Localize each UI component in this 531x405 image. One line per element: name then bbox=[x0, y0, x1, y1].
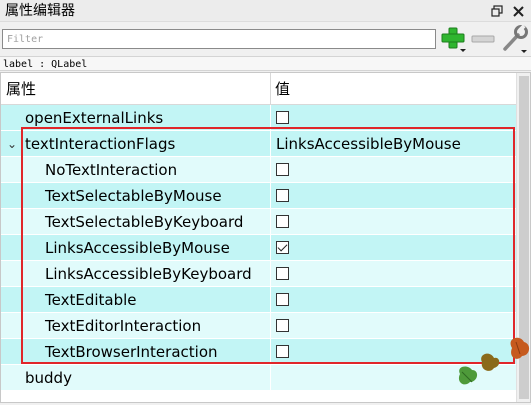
property-name-cell[interactable]: TextEditable bbox=[1, 287, 270, 313]
header-divider bbox=[270, 73, 271, 105]
property-tree[interactable]: 属性 值 openExternalLinks ⌄ textInteractionFl… bbox=[0, 72, 531, 403]
title-bar: 属性编辑器 bbox=[0, 0, 531, 22]
property-name-cell[interactable]: TextBrowserInteraction bbox=[1, 339, 270, 365]
value-checkbox[interactable] bbox=[276, 293, 289, 306]
property-value-cell[interactable] bbox=[271, 183, 516, 209]
property-value-cell[interactable] bbox=[271, 287, 516, 313]
property-row-NoTextInteraction[interactable]: NoTextInteraction bbox=[1, 157, 516, 183]
remove-property-button[interactable] bbox=[470, 25, 496, 53]
scrollbar-thumb[interactable] bbox=[519, 76, 529, 399]
filter-input[interactable] bbox=[2, 29, 436, 49]
value-checkbox[interactable] bbox=[276, 189, 289, 202]
property-row-TextBrowserInteraction[interactable]: TextBrowserInteraction bbox=[1, 339, 516, 365]
property-value-cell[interactable] bbox=[271, 235, 516, 261]
property-row-buddy[interactable]: buddy bbox=[1, 365, 516, 391]
property-name-cell[interactable]: TextSelectableByKeyboard bbox=[1, 209, 270, 235]
property-name: TextSelectableByKeyboard bbox=[45, 213, 244, 231]
property-value-cell[interactable] bbox=[271, 261, 516, 287]
column-header-value[interactable]: 值 bbox=[275, 73, 290, 105]
add-property-button[interactable] bbox=[439, 25, 467, 53]
property-value-cell[interactable] bbox=[271, 157, 516, 183]
value-checkbox[interactable] bbox=[276, 267, 289, 280]
object-class-label: label : QLabel bbox=[0, 56, 531, 71]
property-value-cell[interactable]: LinksAccessibleByMouse bbox=[271, 131, 516, 157]
property-name-cell[interactable]: openExternalLinks bbox=[1, 105, 270, 131]
property-name: TextEditorInteraction bbox=[45, 317, 202, 335]
property-value-cell[interactable] bbox=[271, 339, 516, 365]
property-editor-window: 属性编辑器 Filter label: QLabel 属性 值 openExt… bbox=[0, 0, 531, 405]
property-value-cell[interactable] bbox=[271, 209, 516, 235]
property-name-cell[interactable]: TextEditorInteraction bbox=[1, 313, 270, 339]
property-row-LinksAccessibleByMouse[interactable]: LinksAccessibleByMouse bbox=[1, 235, 516, 261]
property-row-TextEditorInteraction[interactable]: TextEditorInteraction bbox=[1, 313, 516, 339]
tree-header: 属性 值 bbox=[1, 73, 516, 105]
property-name: LinksAccessibleByMouse bbox=[45, 239, 230, 257]
property-row-LinksAccessibleByKeyboard[interactable]: LinksAccessibleByKeyboard bbox=[1, 261, 516, 287]
property-name: TextSelectableByMouse bbox=[45, 187, 222, 205]
column-header-property[interactable]: 属性 bbox=[6, 73, 36, 105]
minus-icon bbox=[471, 35, 495, 43]
float-restore-icon[interactable] bbox=[489, 3, 505, 19]
property-name: TextBrowserInteraction bbox=[45, 343, 218, 361]
close-icon[interactable] bbox=[510, 3, 526, 19]
property-name-cell[interactable]: LinksAccessibleByKeyboard bbox=[1, 261, 270, 287]
property-name-cell[interactable]: LinksAccessibleByMouse bbox=[1, 235, 270, 261]
property-name-cell[interactable]: NoTextInteraction bbox=[1, 157, 270, 183]
property-row-TextEditable[interactable]: TextEditable bbox=[1, 287, 516, 313]
chevron-down-icon[interactable]: ⌄ bbox=[5, 131, 19, 157]
value-checkbox[interactable] bbox=[276, 345, 289, 358]
configure-button[interactable] bbox=[500, 24, 528, 54]
property-row-TextSelectableByMouse[interactable]: TextSelectableByMouse bbox=[1, 183, 516, 209]
plus-icon bbox=[441, 27, 466, 52]
value-checkbox[interactable] bbox=[276, 319, 289, 332]
property-name: NoTextInteraction bbox=[45, 161, 178, 179]
property-name: textInteractionFlags bbox=[25, 135, 176, 153]
property-name-cell[interactable]: TextSelectableByMouse bbox=[1, 183, 270, 209]
value-checkbox[interactable] bbox=[276, 111, 289, 124]
property-value-cell[interactable] bbox=[271, 313, 516, 339]
property-value-cell[interactable] bbox=[271, 365, 516, 391]
property-row-openExternalLinks[interactable]: openExternalLinks bbox=[1, 105, 516, 131]
property-row-textInteractionFlags[interactable]: ⌄ textInteractionFlags LinksAccessibleByMo… bbox=[1, 131, 516, 157]
value-checkbox[interactable] bbox=[276, 163, 289, 176]
wrench-icon bbox=[503, 24, 528, 53]
value-checkbox[interactable] bbox=[276, 215, 289, 228]
property-name: openExternalLinks bbox=[25, 109, 164, 127]
window-title: 属性编辑器 bbox=[5, 3, 75, 19]
property-name-cell[interactable]: ⌄ textInteractionFlags bbox=[1, 131, 270, 157]
property-name: TextEditable bbox=[45, 291, 137, 309]
value-checkbox[interactable] bbox=[276, 241, 289, 254]
property-name: LinksAccessibleByKeyboard bbox=[45, 265, 252, 283]
property-value-cell[interactable] bbox=[271, 105, 516, 131]
vertical-scrollbar[interactable] bbox=[516, 73, 530, 402]
property-value-text: LinksAccessibleByMouse bbox=[276, 135, 461, 153]
property-name: buddy bbox=[25, 369, 72, 387]
property-row-TextSelectableByKeyboard[interactable]: TextSelectableByKeyboard bbox=[1, 209, 516, 235]
property-name-cell[interactable]: buddy bbox=[1, 365, 270, 391]
